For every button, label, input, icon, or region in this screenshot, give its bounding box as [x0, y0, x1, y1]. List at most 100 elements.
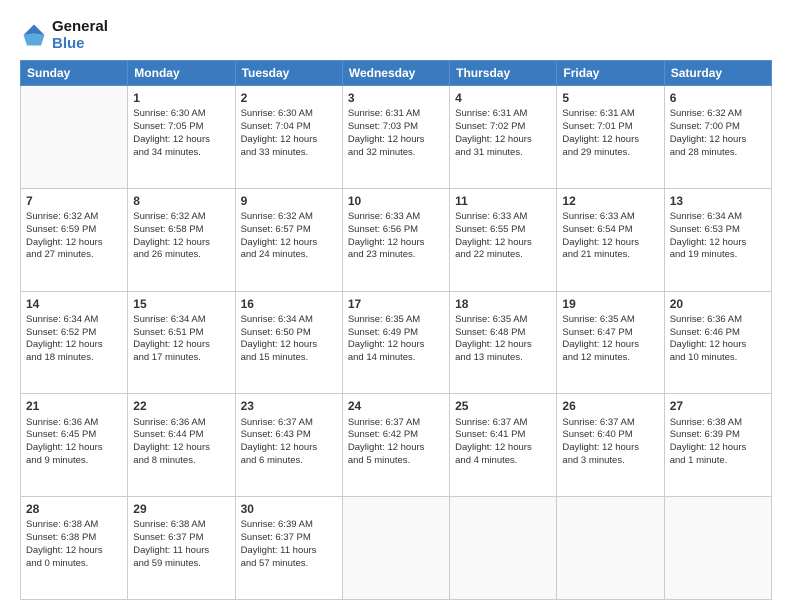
cell-text: Sunset: 6:53 PM: [670, 224, 766, 237]
calendar-cell: 25Sunrise: 6:37 AMSunset: 6:41 PMDayligh…: [450, 394, 557, 497]
cell-text: Sunrise: 6:35 AM: [455, 314, 551, 327]
cell-text: Sunset: 6:37 PM: [133, 532, 229, 545]
cell-text: Daylight: 12 hours: [455, 339, 551, 352]
cell-text: Sunset: 6:41 PM: [455, 429, 551, 442]
weekday-header-tuesday: Tuesday: [235, 61, 342, 86]
top-section: General Blue: [20, 18, 772, 52]
calendar-cell: 13Sunrise: 6:34 AMSunset: 6:53 PMDayligh…: [664, 188, 771, 291]
day-number: 13: [670, 193, 766, 209]
day-number: 10: [348, 193, 444, 209]
cell-text: Daylight: 12 hours: [348, 442, 444, 455]
cell-text: Sunset: 6:44 PM: [133, 429, 229, 442]
calendar-cell: [21, 86, 128, 189]
day-number: 4: [455, 90, 551, 106]
calendar-cell: 16 Sunrise: 6:34 AMSunset: 6:50 PMDayligh…: [235, 291, 342, 394]
week-row-3: 14Sunrise: 6:34 AMSunset: 6:52 PMDayligh…: [21, 291, 772, 394]
cell-text: Daylight: 12 hours: [26, 339, 122, 352]
cell-text: and 15 minutes.: [241, 352, 337, 365]
cell-text: Sunset: 6:48 PM: [455, 327, 551, 340]
calendar-cell: 14Sunrise: 6:34 AMSunset: 6:52 PMDayligh…: [21, 291, 128, 394]
cell-text: Sunset: 6:49 PM: [348, 327, 444, 340]
cell-text: and 22 minutes.: [455, 249, 551, 262]
cell-text: and 23 minutes.: [348, 249, 444, 262]
calendar-cell: 30Sunrise: 6:39 AMSunset: 6:37 PMDayligh…: [235, 497, 342, 600]
cell-text: and 4 minutes.: [455, 455, 551, 468]
cell-text: and 27 minutes.: [26, 249, 122, 262]
calendar-cell: 12Sunrise: 6:33 AMSunset: 6:54 PMDayligh…: [557, 188, 664, 291]
day-number: 19: [562, 296, 658, 312]
cell-text: Sunset: 6:57 PM: [241, 224, 337, 237]
cell-text: Daylight: 12 hours: [241, 237, 337, 250]
cell-text: Sunset: 6:56 PM: [348, 224, 444, 237]
calendar-cell: [557, 497, 664, 600]
day-number: 16: [241, 296, 337, 312]
calendar-cell: 26Sunrise: 6:37 AMSunset: 6:40 PMDayligh…: [557, 394, 664, 497]
cell-text: Sunrise: 6:31 AM: [455, 108, 551, 121]
weekday-header-saturday: Saturday: [664, 61, 771, 86]
cell-text: Sunrise: 6:37 AM: [562, 417, 658, 430]
cell-text: and 34 minutes.: [133, 147, 229, 160]
day-number: 3: [348, 90, 444, 106]
day-number: 6: [670, 90, 766, 106]
cell-text: Sunset: 6:42 PM: [348, 429, 444, 442]
day-number: 28: [26, 501, 122, 517]
calendar-cell: 23Sunrise: 6:37 AMSunset: 6:43 PMDayligh…: [235, 394, 342, 497]
cell-text: Daylight: 12 hours: [562, 134, 658, 147]
calendar-cell: 15Sunrise: 6:34 AMSunset: 6:51 PMDayligh…: [128, 291, 235, 394]
cell-text: Sunrise: 6:37 AM: [455, 417, 551, 430]
cell-text: Sunrise: 6:31 AM: [562, 108, 658, 121]
calendar-table: SundayMondayTuesdayWednesdayThursdayFrid…: [20, 60, 772, 600]
cell-text: and 17 minutes.: [133, 352, 229, 365]
cell-text: Sunrise: 6:34 AM: [26, 314, 122, 327]
day-number: 17: [348, 296, 444, 312]
cell-text: Sunset: 7:05 PM: [133, 121, 229, 134]
day-number: 12: [562, 193, 658, 209]
cell-text: and 26 minutes.: [133, 249, 229, 262]
day-number: 21: [26, 398, 122, 414]
cell-text: and 3 minutes.: [562, 455, 658, 468]
cell-text: Sunrise: 6:34 AM: [241, 314, 337, 327]
cell-text: Daylight: 12 hours: [348, 237, 444, 250]
day-number: 18: [455, 296, 551, 312]
calendar-cell: 27Sunrise: 6:38 AMSunset: 6:39 PMDayligh…: [664, 394, 771, 497]
cell-text: and 59 minutes.: [133, 558, 229, 571]
cell-text: Sunrise: 6:32 AM: [241, 211, 337, 224]
week-row-4: 21Sunrise: 6:36 AMSunset: 6:45 PMDayligh…: [21, 394, 772, 497]
cell-text: Daylight: 12 hours: [133, 134, 229, 147]
calendar-cell: 2Sunrise: 6:30 AMSunset: 7:04 PMDaylight…: [235, 86, 342, 189]
cell-text: Daylight: 12 hours: [455, 237, 551, 250]
day-number: 22: [133, 398, 229, 414]
cell-text: Sunset: 7:01 PM: [562, 121, 658, 134]
cell-text: Sunrise: 6:34 AM: [133, 314, 229, 327]
cell-text: Daylight: 12 hours: [348, 134, 444, 147]
cell-text: Sunset: 6:50 PM: [241, 327, 337, 340]
cell-text: Sunrise: 6:36 AM: [26, 417, 122, 430]
cell-text: Sunrise: 6:31 AM: [348, 108, 444, 121]
page: General Blue SundayMondayTuesdayWednesda…: [0, 0, 792, 612]
calendar-cell: 10 Sunrise: 6:33 AMSunset: 6:56 PMDayligh…: [342, 188, 449, 291]
cell-text: Sunrise: 6:33 AM: [348, 211, 444, 224]
weekday-header-monday: Monday: [128, 61, 235, 86]
week-row-5: 28Sunrise: 6:38 AMSunset: 6:38 PMDayligh…: [21, 497, 772, 600]
cell-text: Sunset: 7:00 PM: [670, 121, 766, 134]
calendar-cell: 20Sunrise: 6:36 AMSunset: 6:46 PMDayligh…: [664, 291, 771, 394]
calendar-cell: 21Sunrise: 6:36 AMSunset: 6:45 PMDayligh…: [21, 394, 128, 497]
cell-text: Sunset: 6:52 PM: [26, 327, 122, 340]
calendar-cell: 4Sunrise: 6:31 AMSunset: 7:02 PMDaylight…: [450, 86, 557, 189]
day-number: 26: [562, 398, 658, 414]
cell-text: Sunset: 6:46 PM: [670, 327, 766, 340]
calendar-cell: 9Sunrise: 6:32 AMSunset: 6:57 PMDaylight…: [235, 188, 342, 291]
cell-text: and 19 minutes.: [670, 249, 766, 262]
cell-text: Daylight: 12 hours: [241, 339, 337, 352]
cell-text: and 12 minutes.: [562, 352, 658, 365]
weekday-header-sunday: Sunday: [21, 61, 128, 86]
cell-text: Sunset: 6:43 PM: [241, 429, 337, 442]
cell-text: Daylight: 12 hours: [670, 237, 766, 250]
week-row-2: 7Sunrise: 6:32 AMSunset: 6:59 PMDaylight…: [21, 188, 772, 291]
cell-text: Daylight: 12 hours: [670, 442, 766, 455]
cell-text: Sunrise: 6:38 AM: [26, 519, 122, 532]
calendar-cell: 3Sunrise: 6:31 AMSunset: 7:03 PMDaylight…: [342, 86, 449, 189]
cell-text: Sunset: 6:55 PM: [455, 224, 551, 237]
cell-text: Sunset: 7:02 PM: [455, 121, 551, 134]
cell-text: Sunrise: 6:32 AM: [133, 211, 229, 224]
